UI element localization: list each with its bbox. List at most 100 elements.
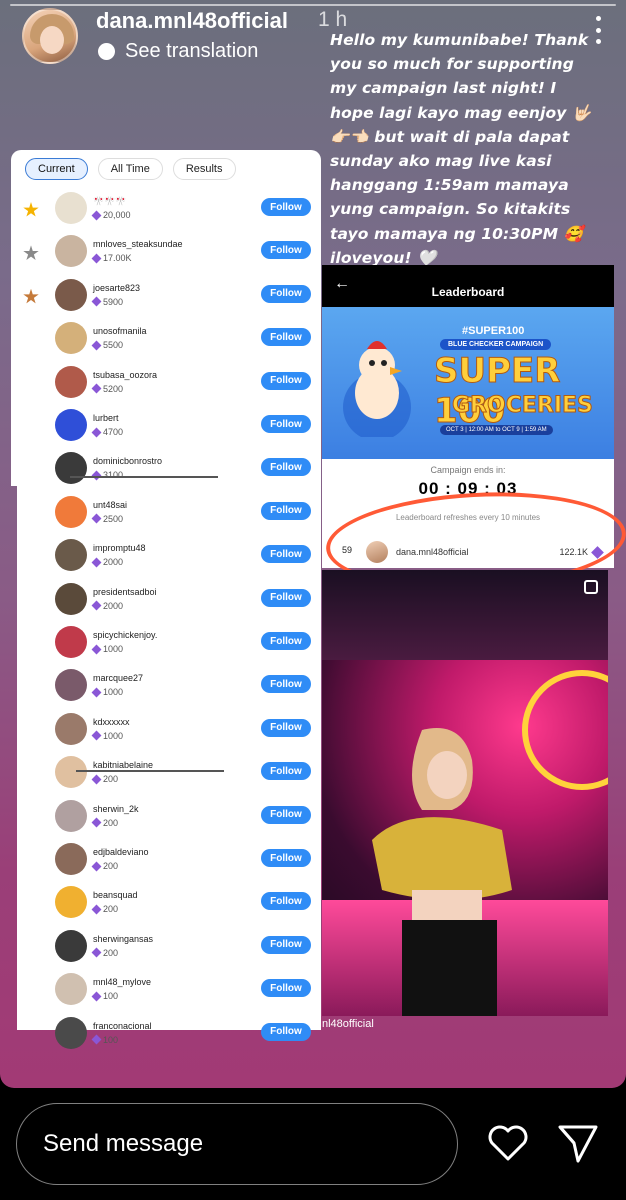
leaderboard-row: presidentsadboi 2000 Follow <box>17 581 321 621</box>
follow-button: Follow <box>261 371 311 390</box>
copy-icon <box>584 580 598 594</box>
send-message-input[interactable]: Send message <box>16 1103 458 1185</box>
heart-icon[interactable] <box>486 1121 530 1165</box>
follow-button: Follow <box>261 284 311 303</box>
leaderboard-row: sherwingansas 200 Follow <box>17 928 321 968</box>
row-points: 2500 <box>91 514 123 524</box>
leaderboard-row: impromptu48 2000 Follow <box>17 537 321 577</box>
row-avatar <box>55 582 87 615</box>
row-avatar <box>55 495 87 528</box>
row-points: 200 <box>91 861 118 871</box>
gem-icon <box>91 427 102 437</box>
campaign-banner: #SUPER100 BLUE CHECKER CAMPAIGN SUPER 10… <box>322 307 614 459</box>
banner-dates: OCT 3 | 12:00 AM to OCT 9 | 1:59 AM <box>440 425 553 435</box>
follow-button: Follow <box>261 762 311 781</box>
row-points: 200 <box>91 817 118 828</box>
row-avatar <box>55 322 87 355</box>
gold-star-icon <box>23 202 39 217</box>
row-avatar <box>55 235 87 268</box>
leaderboard-row: tsubasa_oozora 5200 Follow <box>17 364 321 404</box>
row-username: sherwin_2k <box>93 803 139 814</box>
follow-button: Follow <box>261 415 311 433</box>
row-points: 1000 <box>91 687 123 697</box>
follow-button: Follow <box>261 545 311 564</box>
row-points: 100 <box>91 1034 118 1045</box>
follow-button: Follow <box>261 241 311 260</box>
row-points: 5200 <box>91 384 123 394</box>
row-username: dominicbonrostro <box>93 456 163 467</box>
gem-icon <box>91 991 102 1002</box>
leaderboard-row: kabitniabelaine 200 Follow <box>17 754 321 794</box>
row-username: spicychickenjoy. <box>93 630 158 640</box>
row-points: 4700 <box>91 427 123 437</box>
row-username: marcquee27 <box>93 673 144 684</box>
leaderboard-row: edjbaldeviano 200 Follow <box>17 841 321 881</box>
row-points: 200 <box>91 774 118 785</box>
share-icon[interactable] <box>556 1121 600 1165</box>
row-points: 200 <box>91 904 118 914</box>
follow-button: Follow <box>261 458 311 477</box>
story-viewer[interactable]: dana.mnl48official 1 h See translation H… <box>0 0 626 1088</box>
chicken-mascot-icon <box>343 341 411 437</box>
row-points: 20,000 <box>91 210 131 220</box>
row-points: 2000 <box>91 557 123 567</box>
row-avatar <box>55 799 87 832</box>
follow-button: Follow <box>261 198 311 216</box>
send-message-placeholder: Send message <box>43 1130 204 1157</box>
row-points: 5900 <box>91 297 123 307</box>
tab-current: Current <box>25 158 88 180</box>
leaderboard-row: joesarte823 5900 Follow <box>17 277 321 317</box>
gem-icon <box>91 210 102 220</box>
gem-icon <box>91 861 102 871</box>
follow-button: Follow <box>261 501 311 520</box>
leaderboard-header: ← Leaderboard <box>322 265 614 307</box>
gem-icon <box>91 730 102 741</box>
leaderboard-row: beansquad 200 Follow <box>17 884 321 924</box>
gem-icon <box>91 774 102 785</box>
tab-results: Results <box>172 158 236 180</box>
follow-button: Follow <box>261 632 311 650</box>
row-username: unosofmanila <box>93 326 147 337</box>
row-avatar <box>55 973 87 1006</box>
avatar[interactable] <box>22 8 78 64</box>
row-username: presidentsadboi <box>93 586 157 597</box>
row-username: 🎌🎌🎌 <box>93 196 127 206</box>
see-translation-button[interactable]: See translation <box>98 40 258 63</box>
row-avatar <box>55 409 87 441</box>
row-points: 1000 <box>91 644 123 654</box>
follow-button: Follow <box>261 849 311 867</box>
follow-button: Follow <box>261 979 311 998</box>
follow-button: Follow <box>261 675 311 694</box>
gem-icon <box>91 600 102 611</box>
photo-caption: nl48official <box>322 1018 374 1030</box>
story-username[interactable]: dana.mnl48official <box>96 8 288 34</box>
rank-badge-icon <box>23 288 39 304</box>
underline-mark <box>70 476 218 478</box>
row-avatar <box>55 365 87 398</box>
follow-button: Follow <box>261 892 311 911</box>
row-avatar <box>55 1016 87 1049</box>
leaderboard-row: marcquee27 1000 Follow <box>17 667 321 707</box>
row-username: joesarte823 <box>93 282 141 293</box>
row-username: tsubasa_oozora <box>93 369 158 380</box>
leaderboard-row: 🎌🎌🎌 20,000 Follow <box>17 190 321 230</box>
row-username: edjbaldeviano <box>93 847 149 857</box>
row-points: 100 <box>91 991 118 1002</box>
row-username: unt48sai <box>93 499 128 510</box>
row-points: 17.00K <box>91 253 132 263</box>
leaderboard-tabs: Current All Time Results <box>25 158 236 180</box>
row-avatar <box>55 452 87 485</box>
gem-icon <box>91 1034 102 1045</box>
leaderboard-row: unosofmanila 5500 Follow <box>17 320 321 360</box>
row-points: 5500 <box>91 340 123 350</box>
tab-all-time: All Time <box>97 158 163 180</box>
gem-icon <box>91 644 102 654</box>
leaderboard-row: mnl48_mylove 100 Follow <box>17 971 321 1011</box>
row-username: sherwingansas <box>93 933 154 944</box>
banner-title-line2: GROCERIES <box>452 393 594 419</box>
gem-icon <box>91 817 102 828</box>
leaderboard-row: unt48sai 2500 Follow <box>17 494 321 534</box>
follow-button: Follow <box>261 935 311 954</box>
row-avatar <box>55 929 87 962</box>
banner-pill: BLUE CHECKER CAMPAIGN <box>440 339 552 350</box>
